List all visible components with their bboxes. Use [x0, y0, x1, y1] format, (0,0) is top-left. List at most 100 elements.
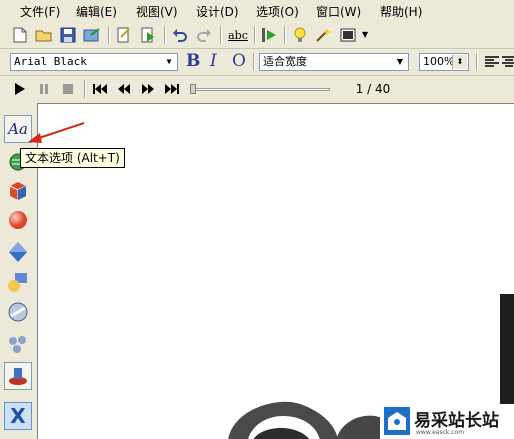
width-mode-value: 适合宽度 [263, 55, 307, 68]
menu-design[interactable]: 设计(D) [196, 3, 239, 20]
italic-button[interactable]: I [210, 51, 217, 71]
menu-window[interactable]: 窗口(W) [316, 3, 361, 20]
toolbar-separator [254, 26, 255, 44]
light-button[interactable] [290, 25, 310, 45]
menu-help[interactable]: 帮助(H) [380, 3, 422, 20]
zoom-input[interactable]: 100% ⬍ [419, 53, 469, 71]
sphere-icon [9, 211, 27, 229]
scene-icon [9, 368, 27, 385]
frame-button[interactable] [338, 25, 358, 45]
play-icon [15, 83, 25, 95]
menu-bar: 文件(F) 编辑(E) 视图(V) 设计(D) 选项(O) 窗口(W) 帮助(H… [0, 0, 514, 22]
open-folder-icon [35, 30, 52, 42]
wizard-button[interactable] [314, 25, 334, 45]
export-button[interactable] [82, 25, 102, 45]
toolbar-separator [220, 26, 221, 44]
next-frame-button[interactable] [138, 79, 158, 99]
xara-button[interactable]: X [4, 402, 32, 430]
toolbar-separator [253, 53, 254, 71]
outline-button[interactable]: O [232, 51, 246, 71]
standard-toolbar: abc ▼ [0, 22, 514, 48]
page-indicator: 1 / 40 [355, 82, 391, 96]
watermark-brand: 易采站长站 [414, 411, 499, 431]
xara-logo-icon: X [10, 404, 26, 428]
width-mode-select[interactable]: 适合宽度 ▼ [259, 53, 409, 71]
pause-button[interactable] [34, 79, 54, 99]
texture-sphere-icon [8, 302, 28, 322]
sphere-object-button[interactable] [4, 206, 32, 234]
watermark: 易采站长站 www.easck.com [380, 404, 514, 439]
diamond-icon [9, 242, 27, 262]
open-button[interactable] [34, 25, 54, 45]
edit-doc-icon [117, 27, 130, 43]
spell-check-button[interactable]: abc [226, 25, 250, 45]
timeline-slider-thumb[interactable] [190, 84, 196, 94]
save-icon [60, 27, 76, 43]
first-frame-button[interactable] [90, 79, 110, 99]
timeline-slider[interactable] [190, 88, 330, 91]
zoom-value: 100% [423, 55, 455, 68]
frame-icon [340, 28, 356, 42]
previous-frame-button[interactable] [114, 79, 134, 99]
toolbar-divider [0, 48, 514, 49]
lattice-button[interactable] [4, 330, 32, 358]
texture-button[interactable] [4, 298, 32, 326]
undo-icon [173, 29, 187, 42]
export-icon [83, 28, 100, 42]
dropdown-arrow-icon[interactable]: ▼ [362, 30, 368, 39]
run-script-button[interactable] [138, 25, 158, 45]
molecule-icon [9, 336, 26, 353]
magic-wand-icon [316, 28, 331, 42]
star-object-button[interactable] [4, 238, 32, 266]
chevron-down-icon: ▼ [166, 57, 172, 66]
annotation-arrow [28, 122, 85, 143]
font-select[interactable]: Arial Black ▼ [10, 53, 178, 71]
toolbar-divider [0, 75, 514, 76]
undo-button[interactable] [170, 25, 190, 45]
watermark-sub: www.easck.com [416, 429, 465, 436]
align-left-icon [485, 56, 499, 67]
spinner-icon[interactable]: ⬍ [452, 55, 467, 69]
redo-button[interactable] [194, 25, 214, 45]
skip-first-icon [93, 84, 107, 94]
fast-forward-icon [142, 84, 154, 94]
stop-icon [63, 84, 73, 94]
properties-button[interactable] [114, 25, 134, 45]
menu-edit[interactable]: 编辑(E) [76, 3, 117, 20]
shapes-object-button[interactable] [4, 268, 32, 296]
bold-button[interactable]: B [186, 51, 200, 71]
menu-view[interactable]: 视图(V) [136, 3, 178, 20]
box-object-button[interactable] [4, 176, 32, 204]
menu-options[interactable]: 选项(O) [256, 3, 299, 20]
skip-last-icon [165, 84, 179, 94]
shapes-icon [8, 273, 27, 292]
toolbar-separator [476, 53, 477, 71]
scene-button[interactable] [4, 362, 32, 390]
cube-icon [9, 182, 27, 200]
toolbar-separator [164, 26, 165, 44]
pause-icon [40, 84, 48, 94]
spell-check-icon: abc [228, 28, 248, 42]
toolbar-separator [84, 80, 85, 98]
menu-file[interactable]: 文件(F) [20, 3, 60, 20]
chevron-down-icon: ▼ [396, 57, 404, 66]
play-sequence-button[interactable] [260, 25, 280, 45]
align-center-button[interactable] [502, 52, 514, 72]
new-file-button[interactable] [10, 25, 30, 45]
toolbar-separator [108, 26, 109, 44]
rewind-icon [118, 84, 130, 94]
stop-button[interactable] [58, 79, 78, 99]
lightbulb-icon [294, 27, 306, 42]
save-button[interactable] [58, 25, 78, 45]
new-file-icon [13, 27, 27, 43]
play-button[interactable] [10, 79, 30, 99]
font-select-value: Arial Black [14, 55, 87, 68]
toolbar-separator [284, 26, 285, 44]
run-doc-icon [141, 27, 154, 43]
redo-icon [197, 29, 211, 42]
align-center-icon [502, 56, 514, 67]
watermark-logo-icon [384, 407, 410, 435]
align-left-button[interactable] [482, 52, 502, 72]
last-frame-button[interactable] [162, 79, 182, 99]
sequence-icon [262, 28, 276, 42]
